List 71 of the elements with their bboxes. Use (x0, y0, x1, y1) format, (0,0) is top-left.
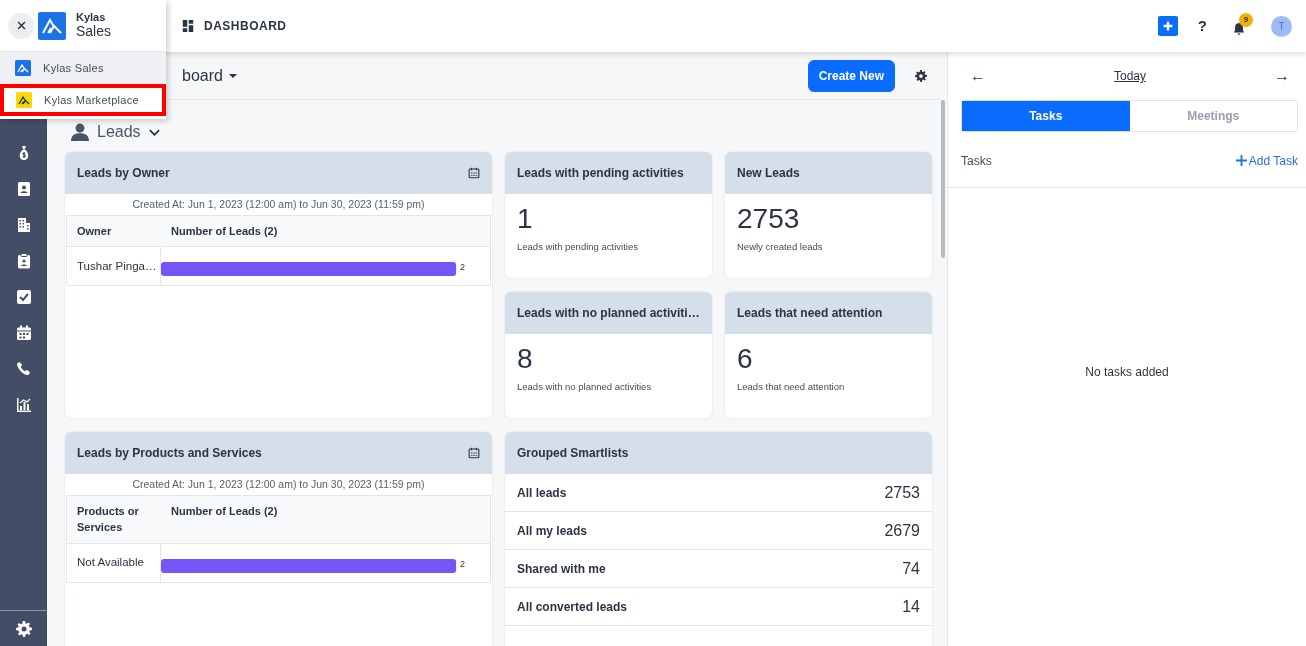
building-icon[interactable] (15, 217, 32, 233)
data-label: 2 (460, 558, 466, 569)
plus-icon (1235, 155, 1247, 166)
close-icon (15, 20, 27, 31)
metric-caption: Leads with pending activities (516, 239, 639, 254)
smartlist-count: 74 (902, 558, 920, 579)
notification-count: 9 (1239, 13, 1253, 27)
smartlist-link[interactable]: Shared with me (517, 559, 606, 578)
metric-value: 1 (516, 202, 534, 236)
gear-icon (915, 70, 927, 83)
dashboard-title[interactable]: board (182, 63, 223, 88)
metric-value: 2753 (736, 202, 801, 236)
person-icon (71, 123, 89, 141)
column-header: Number of Leads (2) (170, 223, 279, 239)
clipboard-icon[interactable] (15, 253, 32, 269)
card-title: Leads with no planned activiti… (517, 305, 700, 322)
smartlist-count: 14 (902, 596, 920, 617)
card-title: Leads with pending activities (517, 165, 684, 182)
empty-message: No tasks added (1085, 364, 1169, 381)
caret-icon[interactable] (228, 73, 237, 78)
smartlist-count: 2753 (884, 482, 920, 503)
column-header: Owner (76, 223, 113, 239)
add-button[interactable] (1157, 16, 1178, 36)
card-title: Grouped Smartlists (517, 445, 629, 462)
chevron-down-icon[interactable] (148, 128, 160, 136)
date-range: Created At: Jun 1, 2023 (12:00 am) to Jun 30, 2023 (11:59 pm) (131, 477, 426, 492)
next-day-button[interactable]: → (1274, 64, 1290, 88)
tab[interactable]: Tasks (962, 101, 1130, 131)
card-title: Leads by Products and Services (77, 445, 262, 462)
previous-day-button[interactable]: ← (970, 64, 986, 88)
date-range: Created At: Jun 1, 2023 (12:00 am) to Jun 30, 2023 (11:59 pm) (131, 197, 426, 212)
metric-caption: Leads with no planned activities (516, 379, 653, 394)
smartlist-link[interactable]: All my leads (517, 521, 588, 540)
brand-name: Kylas (76, 11, 107, 24)
card-title: Leads that need attention (737, 305, 883, 322)
smartlist-count: 2679 (884, 520, 920, 541)
calendar-icon[interactable] (15, 325, 32, 341)
settings-icon[interactable] (15, 620, 32, 637)
close-button[interactable] (8, 12, 34, 39)
column-header: Number of Leads (2) (170, 503, 279, 519)
entity-selector[interactable]: Leads (97, 120, 141, 144)
column-header: Products or Services (76, 503, 140, 536)
metric-caption: Leads that need attention (736, 379, 846, 394)
notifications-button[interactable]: 9 (1227, 16, 1251, 36)
metric-caption: Newly created leads (736, 239, 824, 254)
section-title: DASHBOARD (204, 18, 287, 35)
list-title: Tasks (961, 152, 992, 170)
create-new-button[interactable]: Create New (807, 59, 895, 92)
date-link[interactable]: Today (1114, 67, 1146, 85)
help-button[interactable]: ? (1197, 14, 1207, 38)
calendar-icon[interactable] (468, 447, 480, 459)
dashboard-grid-icon (182, 20, 194, 32)
smartlist-link[interactable]: All converted leads (517, 597, 628, 616)
phone-icon[interactable] (15, 361, 32, 377)
logo-icon (38, 11, 66, 40)
menu-item[interactable]: Kylas Marketplace (0, 84, 166, 116)
smartlist-link[interactable]: All leads (517, 483, 567, 502)
bar-chart-icon[interactable] (15, 397, 32, 413)
card-title: Leads by Owner (77, 165, 170, 182)
checkbox-icon[interactable] (15, 289, 32, 305)
menu-item[interactable]: Kylas Sales (0, 52, 166, 84)
data-label: 2 (460, 262, 466, 272)
add-task-button[interactable]: Add Task (1235, 151, 1298, 170)
metric-value: 8 (516, 342, 534, 376)
metric-value: 6 (736, 342, 754, 376)
contact-card-icon[interactable] (15, 181, 32, 197)
product-name: Sales (76, 23, 112, 40)
bell-icon (1232, 21, 1246, 36)
calendar-icon[interactable] (468, 167, 480, 179)
scrollbar-thumb[interactable] (941, 100, 945, 258)
card-title: New Leads (737, 165, 800, 182)
